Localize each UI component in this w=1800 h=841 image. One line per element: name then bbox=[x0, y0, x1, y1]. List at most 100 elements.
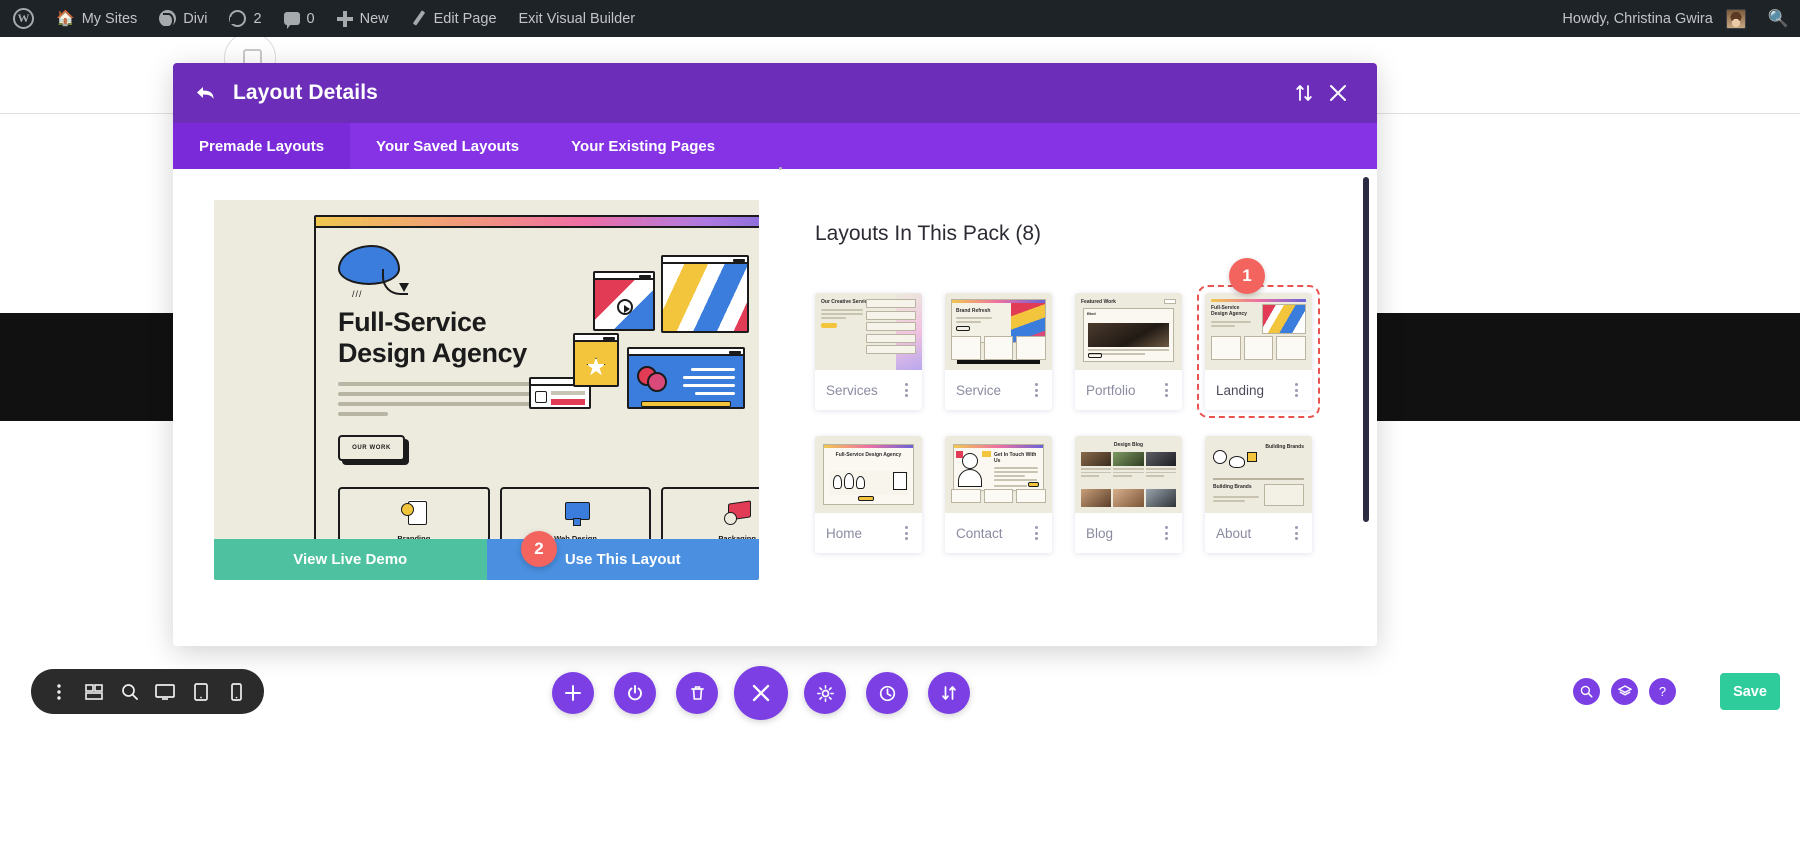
layout-thumbnail: Our Creative Services bbox=[815, 293, 922, 370]
wireframe-view-icon[interactable] bbox=[83, 681, 105, 703]
admin-bar-count-comments: 0 bbox=[307, 11, 315, 27]
layout-card-footer: Portfolio bbox=[1075, 370, 1182, 410]
avatar bbox=[1726, 9, 1746, 29]
thumb-title: Featured Work bbox=[1081, 299, 1176, 305]
modal-body: /// Full-Service Design Agency OUR WORK bbox=[173, 169, 1377, 646]
gallery-window-video bbox=[593, 271, 655, 331]
kebab-menu-icon[interactable] bbox=[1159, 525, 1173, 541]
layout-name: About bbox=[1216, 526, 1251, 541]
admin-bar-item-divi[interactable]: Divi bbox=[148, 0, 218, 37]
gallery-window-dashboard bbox=[627, 347, 745, 409]
thumb-title: Full-Service Design Agency bbox=[1211, 305, 1257, 318]
kebab-menu-icon[interactable] bbox=[1289, 382, 1303, 398]
phone-view-icon[interactable] bbox=[225, 681, 247, 703]
admin-bar-account[interactable]: Howdy, Christina Gwira bbox=[1551, 0, 1756, 37]
layout-card-portfolio[interactable]: Featured Work Blvd bbox=[1075, 293, 1182, 410]
web-design-icon bbox=[563, 500, 589, 526]
layout-thumbnail: Building Brands Building Brands bbox=[1205, 436, 1312, 513]
pack-title: Layouts In This Pack (8) bbox=[815, 222, 1347, 246]
blob-arrow-icon bbox=[399, 283, 409, 292]
sort-updown-icon[interactable] bbox=[1287, 76, 1321, 110]
admin-bar-item-edit-page[interactable]: Edit Page bbox=[400, 0, 508, 37]
trash-icon[interactable] bbox=[676, 672, 718, 714]
admin-bar-item-comments[interactable]: 0 bbox=[273, 0, 326, 37]
add-icon[interactable] bbox=[552, 672, 594, 714]
preview-headline-line2: Design Agency bbox=[338, 338, 578, 369]
layout-card-footer: Home bbox=[815, 513, 922, 553]
modal-tabs: Premade Layouts Your Saved Layouts Your … bbox=[173, 123, 1377, 169]
updates-icon bbox=[229, 10, 246, 27]
layout-card-contact[interactable]: Get In Touch With Us bbox=[945, 436, 1052, 553]
blob-ticks-icon: /// bbox=[352, 289, 363, 299]
admin-bar-item-my-sites[interactable]: My Sites bbox=[45, 0, 148, 37]
kebab-menu-icon[interactable] bbox=[1029, 525, 1043, 541]
layout-card-blog[interactable]: Design Blog bbox=[1075, 436, 1182, 553]
branding-icon bbox=[401, 500, 427, 526]
layout-name: Home bbox=[826, 526, 862, 541]
layout-card-footer: Contact bbox=[945, 513, 1052, 553]
vertical-scrollbar[interactable] bbox=[1363, 177, 1369, 522]
layout-details-modal: Layout Details Premade Layouts Your Save… bbox=[173, 63, 1377, 646]
layout-preview-card: /// Full-Service Design Agency OUR WORK bbox=[214, 200, 759, 580]
tablet-view-icon[interactable] bbox=[190, 681, 212, 703]
kebab-menu-icon[interactable] bbox=[1289, 525, 1303, 541]
kebab-menu-icon[interactable] bbox=[899, 525, 913, 541]
layout-preview-image: /// Full-Service Design Agency OUR WORK bbox=[214, 200, 759, 539]
builder-center-actions bbox=[552, 666, 970, 720]
layout-card-about[interactable]: Building Brands Building Brands bbox=[1205, 436, 1312, 553]
divi-icon bbox=[159, 10, 176, 27]
magnify-icon[interactable] bbox=[1573, 678, 1600, 705]
kebab-menu-icon[interactable] bbox=[1029, 382, 1043, 398]
preview-card-branding: Branding bbox=[338, 487, 490, 539]
tab-your-existing-pages[interactable]: Your Existing Pages bbox=[545, 123, 741, 169]
thumb-title: Get In Touch With Us bbox=[994, 452, 1042, 465]
wp-logo-menu[interactable] bbox=[0, 0, 45, 37]
gallery-window-collage bbox=[661, 255, 749, 333]
layout-card-footer: Service bbox=[945, 370, 1052, 410]
layout-card-footer: Services bbox=[815, 370, 922, 410]
layout-preview-column: /// Full-Service Design Agency OUR WORK bbox=[173, 169, 773, 646]
layout-card-home[interactable]: Full-Service Design Agency bbox=[815, 436, 922, 553]
preview-card-packaging: Packaging bbox=[661, 487, 759, 539]
layout-name: Contact bbox=[956, 526, 1003, 541]
builder-right-actions: ? bbox=[1573, 678, 1676, 705]
plus-icon bbox=[337, 11, 353, 27]
help-icon[interactable]: ? bbox=[1649, 678, 1676, 705]
admin-bar-label-new: New bbox=[360, 11, 389, 27]
close-builder-icon[interactable] bbox=[734, 666, 788, 720]
desktop-view-icon[interactable] bbox=[154, 681, 176, 703]
settings-icon[interactable] bbox=[804, 672, 846, 714]
builder-left-toolbar bbox=[31, 669, 264, 714]
layout-card-services[interactable]: Our Creative Services Services bbox=[815, 293, 922, 410]
save-button[interactable]: Save bbox=[1720, 673, 1780, 710]
layout-card-landing[interactable]: Full-Service Design Agency Landing bbox=[1205, 293, 1312, 410]
admin-bar-item-exit-visual-builder[interactable]: Exit Visual Builder bbox=[508, 0, 647, 37]
thumb-title: Full-Service Design Agency bbox=[824, 448, 913, 458]
admin-bar-item-updates[interactable]: 2 bbox=[218, 0, 272, 37]
tab-your-saved-layouts[interactable]: Your Saved Layouts bbox=[350, 123, 545, 169]
search-icon: 🔍 bbox=[1768, 9, 1789, 29]
admin-bar-item-new[interactable]: New bbox=[326, 0, 400, 37]
zoom-view-icon[interactable] bbox=[119, 681, 141, 703]
more-options-icon[interactable] bbox=[48, 681, 70, 703]
layout-card-service[interactable]: Brand Refresh bbox=[945, 293, 1052, 410]
portability-icon[interactable] bbox=[928, 672, 970, 714]
mock-gradient-bar bbox=[316, 217, 759, 228]
layout-card-footer: Landing bbox=[1205, 370, 1312, 410]
power-icon[interactable] bbox=[614, 672, 656, 714]
kebab-menu-icon[interactable] bbox=[899, 382, 913, 398]
history-icon[interactable] bbox=[866, 672, 908, 714]
kebab-menu-icon[interactable] bbox=[1159, 382, 1173, 398]
screen-root: My Sites Divi 2 0 New Edit Page Exit Vis… bbox=[0, 0, 1800, 841]
howdy-label: Howdy, Christina Gwira bbox=[1562, 11, 1718, 27]
close-icon[interactable] bbox=[1321, 76, 1355, 110]
layout-thumbnail: Full-Service Design Agency bbox=[1205, 293, 1312, 370]
preview-cta-button: OUR WORK bbox=[338, 435, 405, 461]
tab-premade-layouts[interactable]: Premade Layouts bbox=[173, 123, 350, 169]
admin-bar-search[interactable]: 🔍 bbox=[1757, 0, 1800, 37]
layers-icon[interactable] bbox=[1611, 678, 1638, 705]
preview-card-web-design: Web Design bbox=[500, 487, 652, 539]
back-arrow-icon[interactable] bbox=[195, 82, 217, 104]
comments-icon bbox=[284, 12, 300, 25]
view-live-demo-button[interactable]: View Live Demo bbox=[214, 539, 487, 580]
